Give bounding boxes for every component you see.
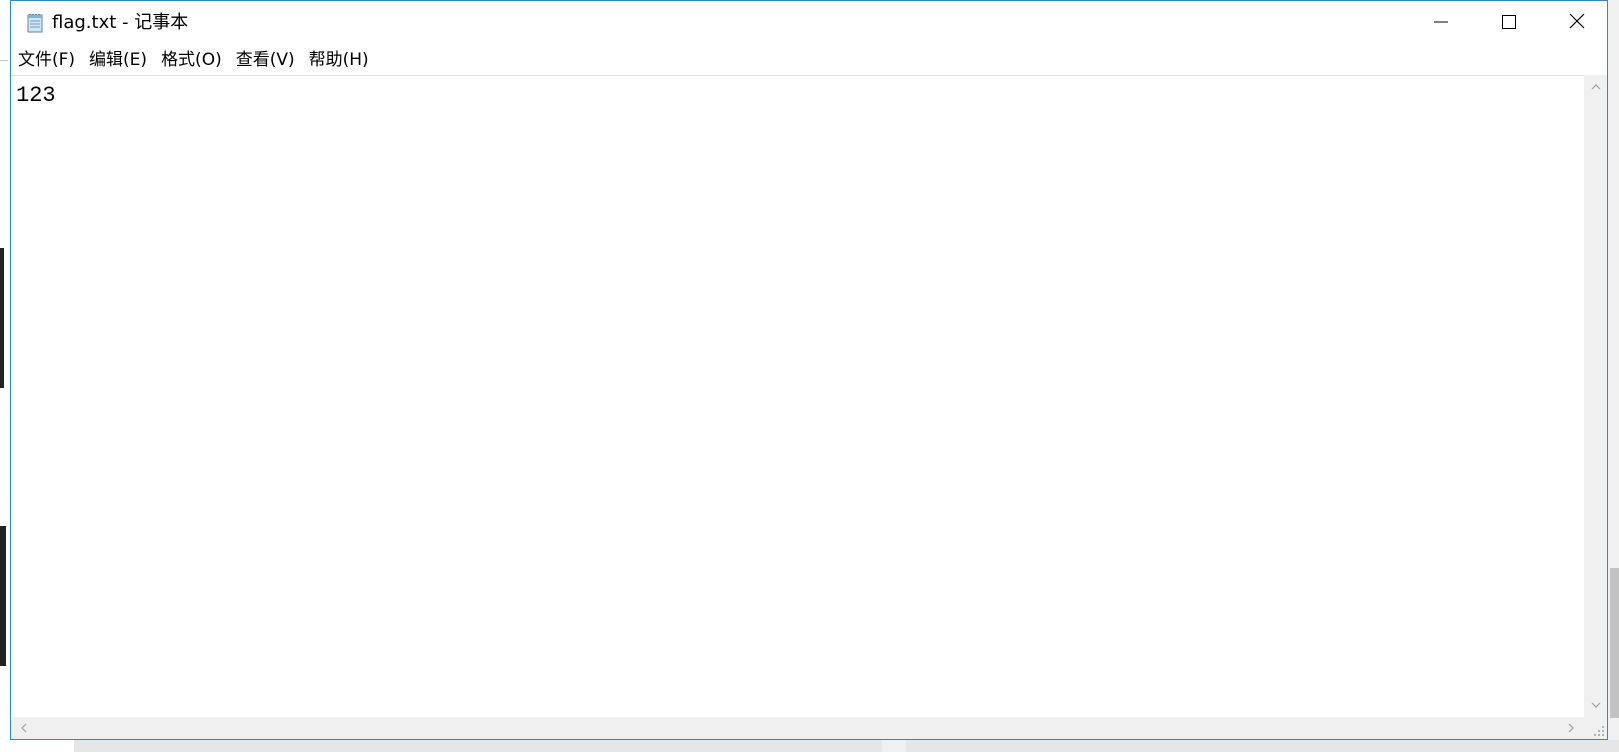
minimize-icon: [1434, 14, 1448, 33]
resize-grip[interactable]: [1584, 717, 1607, 739]
chevron-down-icon[interactable]: [1584, 695, 1607, 715]
close-button[interactable]: [1543, 1, 1611, 45]
notepad-window[interactable]: flag.txt - 记事本 文件(F) 编辑(E) 格式(O) 查看(V) 帮…: [10, 0, 1608, 740]
menu-bar: 文件(F) 编辑(E) 格式(O) 查看(V) 帮助(H): [11, 45, 1607, 75]
menu-help[interactable]: 帮助(H): [302, 46, 376, 74]
maximize-icon: [1502, 14, 1516, 33]
background-scroll-thumb: [1610, 568, 1619, 718]
background-window-right-edge: [1608, 0, 1619, 752]
minimize-button[interactable]: [1407, 1, 1475, 45]
menu-file[interactable]: 文件(F): [11, 46, 82, 74]
editor-content[interactable]: 123: [16, 82, 56, 110]
text-editor-area[interactable]: 123: [11, 75, 1584, 717]
background-window-bottom-edge: [74, 740, 1619, 752]
chevron-left-icon[interactable]: [13, 717, 35, 739]
title-bar[interactable]: flag.txt - 记事本: [11, 1, 1607, 45]
window-title: flag.txt - 记事本: [52, 12, 189, 33]
horizontal-scrollbar[interactable]: [11, 717, 1584, 739]
notepad-icon: [25, 13, 45, 33]
chevron-up-icon[interactable]: [1584, 77, 1607, 97]
chevron-right-icon[interactable]: [1560, 717, 1582, 739]
menu-view[interactable]: 查看(V): [229, 46, 302, 74]
menu-edit[interactable]: 编辑(E): [82, 46, 154, 74]
maximize-button[interactable]: [1475, 1, 1543, 45]
close-icon: [1569, 13, 1585, 33]
menu-format[interactable]: 格式(O): [154, 46, 229, 74]
vertical-scrollbar[interactable]: [1584, 75, 1607, 717]
